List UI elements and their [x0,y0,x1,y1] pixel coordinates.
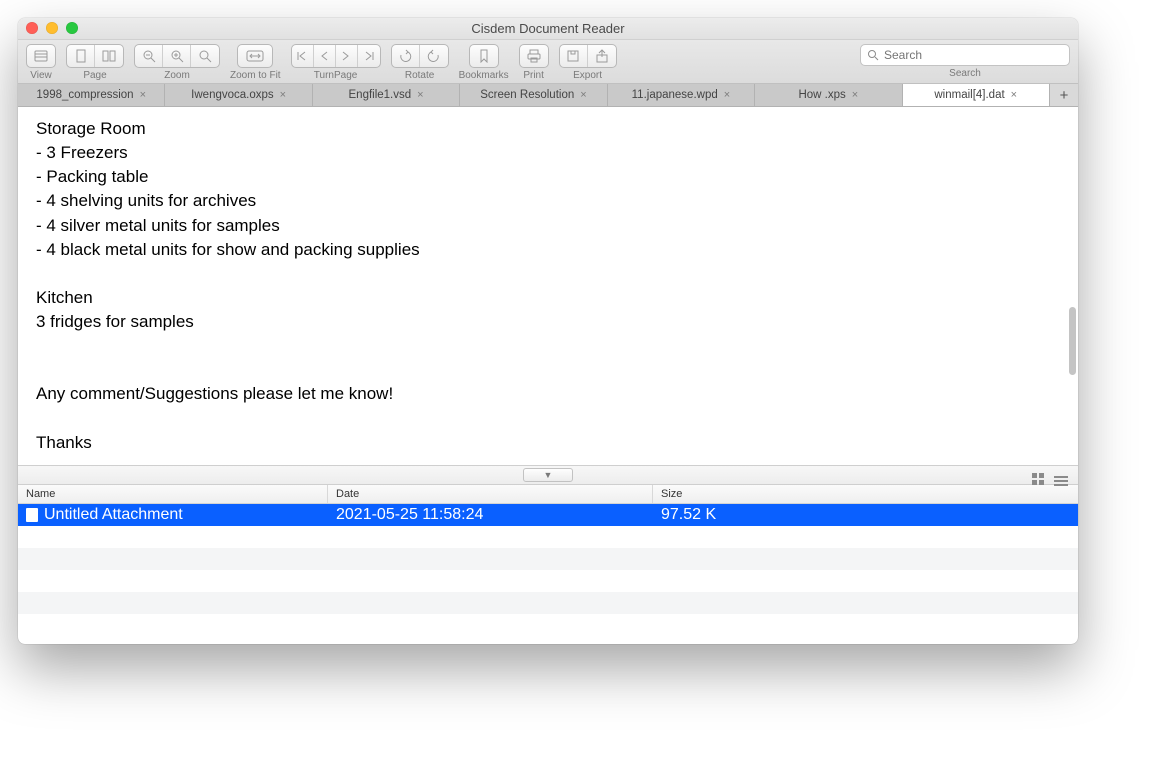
app-window: Cisdem Document Reader View Page [18,18,1078,644]
next-page-button[interactable] [336,45,358,67]
list-icon [1054,476,1068,486]
chevron-down-icon: ▼ [544,470,553,480]
toolbar-label-rotate: Rotate [405,70,434,81]
rotate-right-button[interactable] [420,45,448,67]
tab-label: 11.japanese.wpd [632,89,718,101]
toolbar-label-export: Export [573,70,602,81]
tab[interactable]: 11.japanese.wpd × [608,84,755,106]
toolbar: View Page [18,40,1078,84]
attachment-list: Untitled Attachment 2021-05-25 11:58:2497… [18,504,1078,644]
tab[interactable]: How .xps × [755,84,902,106]
attachment-row-empty [18,570,1078,592]
column-header-date[interactable]: Date [328,485,653,503]
column-header-size[interactable]: Size [653,485,1078,503]
tab-label: How .xps [798,89,845,101]
view-button[interactable] [27,45,55,67]
toolbar-group-export: Export [559,44,617,81]
rotate-left-button[interactable] [392,45,420,67]
close-tab-icon[interactable]: × [580,89,586,101]
toolbar-group-rotate: Rotate [391,44,449,81]
toolbar-label-bookmarks: Bookmarks [459,70,509,81]
tab-label: Screen Resolution [480,89,574,101]
attachment-row-empty [18,592,1078,614]
file-icon [26,508,38,522]
document-text: Storage Room - 3 Freezers - Packing tabl… [36,117,1060,455]
collapse-handle[interactable]: ▼ [523,468,573,482]
export-share-button[interactable] [588,45,616,67]
toolbar-label-zoom: Zoom [164,70,190,81]
attachment-header: Name Date Size [18,485,1078,504]
pane-divider-bar: ▼ [18,465,1078,485]
column-header-name[interactable]: Name [18,485,328,503]
window-title: Cisdem Document Reader [471,21,624,36]
toolbar-group-view: View [26,44,56,81]
last-page-button[interactable] [358,45,380,67]
toolbar-group-print: Print [519,44,549,81]
toolbar-group-zoom: Zoom [134,44,220,81]
zoom-actual-button[interactable] [191,45,219,67]
tab-label: 1998_compression [36,89,133,101]
toolbar-label-view: View [30,70,52,81]
zoom-to-fit-button[interactable] [238,45,272,67]
toolbar-label-page: Page [83,70,106,81]
search-icon [867,49,879,61]
document-content: Storage Room - 3 Freezers - Packing tabl… [18,107,1078,465]
tab[interactable]: Screen Resolution × [460,84,607,106]
grid-icon [1032,473,1044,485]
close-tab-icon[interactable]: × [724,89,730,101]
zoom-in-button[interactable] [163,45,191,67]
document-area: Storage Room - 3 Freezers - Packing tabl… [18,107,1078,465]
tab[interactable]: Iwengvoca.oxps × [165,84,312,106]
toolbar-group-page: Page [66,44,124,81]
tab[interactable]: winmail[4].dat × [903,84,1050,106]
attachment-date: 2021-05-25 11:58:24 [328,506,653,524]
page-double-button[interactable] [95,45,123,67]
attachment-row[interactable]: Untitled Attachment 2021-05-25 11:58:2497… [18,504,1078,526]
tab-strip: 1998_compression×Iwengvoca.oxps×Engfile1… [18,84,1078,107]
search-field-wrap[interactable] [860,44,1070,66]
zoom-window-button[interactable] [66,22,78,34]
attachment-size: 97.52 K [653,506,1078,524]
grid-view-button[interactable] [1032,465,1044,486]
attachment-name: Untitled Attachment [44,506,183,524]
close-tab-icon[interactable]: × [852,89,858,101]
titlebar: Cisdem Document Reader [18,18,1078,40]
bookmarks-button[interactable] [470,45,498,67]
prev-page-button[interactable] [314,45,336,67]
print-button[interactable] [520,45,548,67]
toolbar-label-print: Print [523,70,544,81]
toolbar-group-turnpage: TurnPage [291,44,381,81]
tab-label: Iwengvoca.oxps [191,89,273,101]
close-tab-icon[interactable]: × [140,89,146,101]
toolbar-label-zoomfit: Zoom to Fit [230,70,281,81]
attachment-row-empty [18,548,1078,570]
close-tab-icon[interactable]: × [1011,89,1017,101]
minimize-window-button[interactable] [46,22,58,34]
close-tab-icon[interactable]: × [280,89,286,101]
tab[interactable]: 1998_compression × [18,84,165,106]
export-save-button[interactable] [560,45,588,67]
close-window-button[interactable] [26,22,38,34]
tab[interactable]: Engfile1.vsd × [313,84,460,106]
attachment-row-empty [18,526,1078,548]
toolbar-label-turnpage: TurnPage [314,70,358,81]
search-input[interactable] [884,48,1063,62]
attachment-row-empty [18,614,1078,636]
list-view-button[interactable] [1054,465,1068,486]
page-single-button[interactable] [67,45,95,67]
toolbar-group-zoomfit: Zoom to Fit [230,44,281,81]
first-page-button[interactable] [292,45,314,67]
close-tab-icon[interactable]: × [417,89,423,101]
toolbar-group-search: Search [860,44,1070,79]
toolbar-group-bookmarks: Bookmarks [459,44,509,81]
tab-label: Engfile1.vsd [349,89,412,101]
traffic-lights [26,22,78,34]
toolbar-label-search: Search [949,68,981,79]
zoom-out-button[interactable] [135,45,163,67]
tab-label: winmail[4].dat [934,89,1004,101]
scrollbar-thumb[interactable] [1069,307,1076,375]
add-tab-button[interactable]: + [1050,84,1078,106]
